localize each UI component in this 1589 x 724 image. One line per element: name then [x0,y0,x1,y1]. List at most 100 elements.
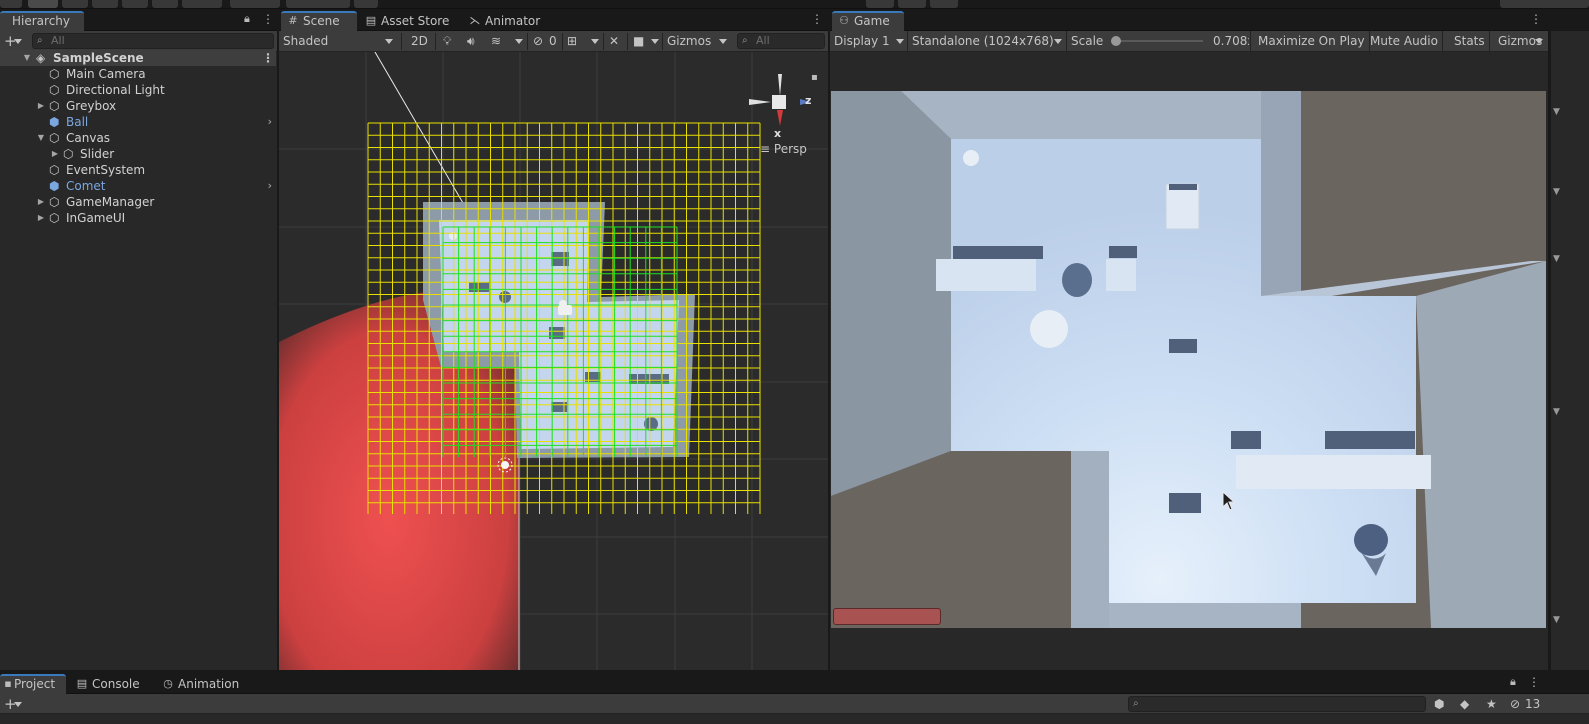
layers-dropdown[interactable] [1500,0,1589,8]
expand-arrow-icon[interactable]: ▶ [50,146,60,162]
hierarchy-item-greybox[interactable]: ▶ ⬡ Greybox [0,98,276,114]
chevron-down-icon[interactable] [591,39,599,44]
pause-button[interactable] [898,0,926,8]
more-options-icon[interactable]: ⋮ [1528,675,1540,689]
separator [603,33,604,50]
play-button[interactable] [866,0,894,8]
expand-arrow-icon[interactable]: ▶ [36,194,46,210]
filter-by-type-icon[interactable]: ⬢ [1434,694,1444,714]
camera-icon[interactable]: ■ [633,31,644,51]
tab-asset-store[interactable]: ▤ Asset Store [359,11,457,31]
scale-slider-track[interactable] [1111,40,1203,42]
move-tool-button[interactable] [28,0,58,8]
more-options-icon[interactable]: ⋮ [1530,12,1542,26]
lighting-icon[interactable]: 💡︎ [443,31,451,51]
hierarchy-item-directional-light[interactable]: ⬡ Directional Light [0,82,276,98]
hierarchy-item-comet[interactable]: ⬢ Comet › [0,178,276,194]
scene-search-input[interactable]: ⌕ All [737,33,825,49]
project-search-input[interactable]: ⌕ [1128,696,1426,712]
chevron-down-icon[interactable] [14,39,22,44]
hierarchy-item-ball[interactable]: ⬢ Ball › [0,114,276,130]
scene-viewport[interactable]: z x ▪ ≡ Persp [279,52,828,670]
tab-hierarchy[interactable]: Hierarchy [0,11,84,31]
chevron-down-icon[interactable] [719,39,727,44]
chevron-down-icon[interactable] [14,702,22,707]
collapse-arrow-icon[interactable]: ▼ [1553,407,1560,417]
tab-label: Game [854,14,890,28]
chevron-right-icon[interactable]: › [268,178,272,194]
tab-animation[interactable]: ◷ Animation [156,674,247,694]
hierarchy-item-main-camera[interactable]: ⬡ Main Camera [0,66,276,82]
unity-scene-icon: ◈ [36,51,46,65]
filter-by-label-icon[interactable]: ◆ [1460,694,1469,714]
effects-icon[interactable]: ≋ [491,31,501,51]
maximize-on-play-toggle[interactable]: Maximize On Play [1254,31,1370,51]
2d-toggle[interactable]: 2D [411,31,428,51]
chevron-down-icon[interactable] [651,39,659,44]
collapse-arrow-icon[interactable]: ▼ [1553,187,1560,197]
scene-menu-icon[interactable]: ⋮ [262,50,274,66]
hierarchy-search-placeholder: All [51,34,65,47]
hidden-packages-icon[interactable]: ⊘ [1510,694,1520,714]
transform-tool-button[interactable] [152,0,178,8]
chevron-down-icon[interactable] [515,39,523,44]
expand-arrow-icon[interactable]: ▼ [36,130,46,146]
scene-label: SampleScene [53,51,144,65]
more-options-icon[interactable]: ⋮ [811,12,823,26]
scale-control: Scale 0.708x [1067,31,1251,51]
scene-row[interactable]: ▼ ◈ SampleScene ⋮ [0,50,276,66]
projection-label[interactable]: ≡ Persp [760,142,807,156]
more-options-icon[interactable]: ⋮ [262,12,274,26]
tab-console[interactable]: ▤ Console [70,674,148,694]
rotate-tool-button[interactable] [62,0,88,8]
hierarchy-item-slider[interactable]: ▶ ⬡ Slider [0,146,276,162]
global-button[interactable] [286,0,350,8]
lock-icon[interactable]: 🔒︎ [244,12,250,26]
tab-animator[interactable]: ⋋ Animator [463,11,548,31]
mute-label: Mute Audio [1370,34,1438,48]
gameobject-icon: ⬡ [49,131,60,145]
inspector-tabbar [1551,9,1589,31]
collapse-arrow-icon[interactable]: ▼ [1553,615,1560,625]
expand-arrow-icon[interactable]: ▶ [36,98,46,114]
visibility-icon[interactable]: ⊘ [533,31,543,51]
pivot-button[interactable] [230,0,280,8]
tools-icon[interactable]: ✕ [609,31,619,51]
gizmos-dropdown[interactable]: Gizmos [667,31,711,51]
tab-game[interactable]: ⚇ Game [832,11,904,31]
rect-tool-button[interactable] [122,0,148,8]
stats-toggle[interactable]: Stats [1450,31,1490,51]
menu-icon[interactable] [0,0,22,8]
display-dropdown[interactable]: Display 1 [830,31,908,51]
shading-mode-dropdown[interactable]: Shaded [283,31,328,51]
tab-project[interactable]: ▪ Project [0,674,66,694]
game-render[interactable] [831,91,1546,628]
collapse-arrow-icon[interactable]: ▼ [1553,254,1560,264]
gizmo-lock-icon[interactable]: ▪ [811,72,818,83]
hierarchy-search-input[interactable]: ⌕ All [32,33,274,49]
hierarchy-item-ingameui[interactable]: ▶ ⬡ InGameUI [0,210,276,226]
step-button[interactable] [930,0,958,8]
custom-tool-button[interactable] [182,0,222,8]
hierarchy-item-gamemanager[interactable]: ▶ ⬡ GameManager [0,194,276,210]
expand-arrow-icon[interactable]: ▼ [22,50,32,66]
hierarchy-item-eventsystem[interactable]: ⬡ EventSystem [0,162,276,178]
stats-label: Stats [1454,34,1485,48]
chevron-right-icon[interactable]: › [268,114,272,130]
scale-tool-button[interactable] [92,0,118,8]
mute-audio-toggle[interactable]: Mute Audio [1366,31,1443,51]
resolution-dropdown[interactable]: Standalone (1024x768) [908,31,1067,51]
orientation-gizmo[interactable]: z x ▪ [745,72,825,152]
scale-slider-handle[interactable] [1111,36,1121,46]
hierarchy-item-canvas[interactable]: ▼ ⬡ Canvas [0,130,276,146]
snap-button[interactable] [354,0,378,8]
tab-scene[interactable]: # Scene [281,11,357,31]
favorites-icon[interactable]: ★ [1486,694,1497,714]
audio-icon[interactable]: 🔊︎ [467,31,475,51]
chevron-down-icon[interactable] [385,39,393,44]
chevron-down-icon[interactable] [1535,39,1543,44]
lock-icon[interactable]: 🔒︎ [1510,675,1516,689]
collapse-arrow-icon[interactable]: ▼ [1553,107,1560,117]
expand-arrow-icon[interactable]: ▶ [36,210,46,226]
grid-snap-icon[interactable]: ⊞ [567,31,577,51]
